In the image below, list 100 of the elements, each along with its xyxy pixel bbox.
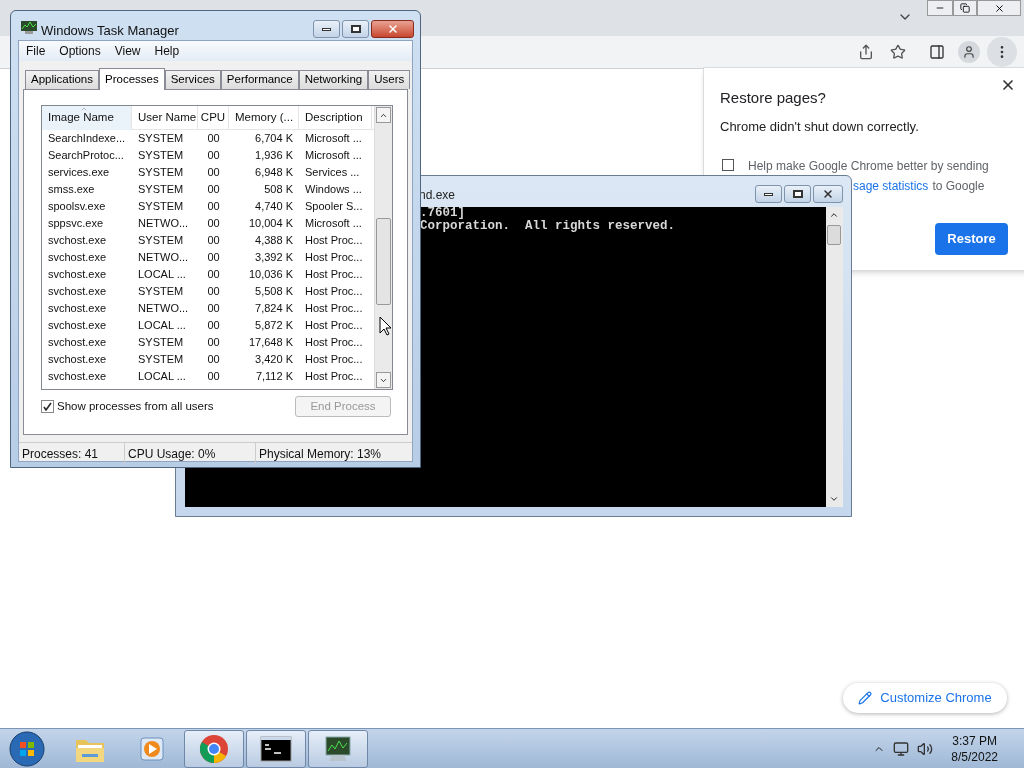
close-icon xyxy=(386,23,399,35)
checkbox-label: Show processes from all users xyxy=(57,399,214,414)
column-header[interactable]: Description xyxy=(299,106,372,130)
side-panel-icon[interactable] xyxy=(929,44,945,60)
tab[interactable]: Services xyxy=(164,70,221,89)
console-line: .7601] xyxy=(420,207,465,220)
minimize-button[interactable] xyxy=(755,185,782,203)
menu-item[interactable]: Options xyxy=(59,42,101,60)
tab[interactable]: Networking xyxy=(298,70,369,89)
restore-icon xyxy=(960,3,970,13)
table-cell-text: SYSTEM xyxy=(137,165,185,181)
table-cell-text: 00 xyxy=(206,318,221,334)
maximize-button[interactable] xyxy=(342,20,369,38)
table-cell-text: 6,704 K xyxy=(254,131,294,147)
status-text: Processes: 41 xyxy=(19,442,125,465)
checkbox-label: Help make Google Chrome better by sending xyxy=(748,158,989,175)
table-cell-text: 00 xyxy=(206,267,221,283)
scrollbar[interactable] xyxy=(374,106,392,389)
scroll-up-icon[interactable] xyxy=(829,210,839,220)
table-cell-text: 3,392 K xyxy=(254,250,294,266)
table-cell-text: Spooler S... xyxy=(304,199,364,215)
tab[interactable]: Performance xyxy=(220,70,299,89)
table-cell-text: 00 xyxy=(206,369,221,385)
table-cell-text: 00 xyxy=(206,165,221,181)
table-cell-text: 3,420 K xyxy=(254,352,294,368)
table-cell-text: spoolsv.exe xyxy=(47,199,107,215)
pencil-icon xyxy=(858,691,873,705)
table-cell-text: svchost.exe xyxy=(47,369,108,385)
table-cell-text: 00 xyxy=(206,352,221,368)
table-cell-text: 7,112 K xyxy=(254,369,294,385)
close-button[interactable] xyxy=(371,20,414,38)
minimize-button[interactable] xyxy=(313,20,340,38)
table-cell-text: Microsoft ... xyxy=(304,216,363,232)
scrollbar[interactable] xyxy=(826,207,843,507)
table-cell-text: svchost.exe xyxy=(47,267,108,283)
restore-button[interactable] xyxy=(953,0,977,16)
column-header[interactable]: Image Name xyxy=(42,106,132,130)
console-line: Corporation. All rights reserved. xyxy=(420,220,676,233)
table-cell-text: Host Proc... xyxy=(304,369,364,385)
table-cell-text: svchost.exe xyxy=(47,352,108,368)
table-cell-text: SYSTEM xyxy=(137,148,185,164)
table-cell-text: SYSTEM xyxy=(137,182,185,198)
table-cell-text: Host Proc... xyxy=(304,301,364,317)
taskbar-button[interactable] xyxy=(246,729,306,768)
table-cell-text: SearchIndexe... xyxy=(47,131,127,147)
table-cell-text: 10,004 K xyxy=(247,216,294,232)
checkbox[interactable] xyxy=(722,159,734,171)
clock-date[interactable]: 8/5/2022 xyxy=(951,748,998,765)
table-cell-text: SearchProtoc... xyxy=(47,148,125,164)
customize-button[interactable]: Customize Chrome xyxy=(843,683,1007,713)
table-cell-text: Host Proc... xyxy=(304,267,364,283)
table-cell-text: sppsvc.exe xyxy=(47,216,105,232)
taskbar-button[interactable] xyxy=(308,729,368,768)
clock-time[interactable]: 3:37 PM xyxy=(952,732,997,749)
table-cell-text: svchost.exe xyxy=(47,301,108,317)
table-cell-text: 00 xyxy=(206,216,221,232)
column-header[interactable]: CPU xyxy=(198,106,229,130)
column-header[interactable]: Memory (... xyxy=(229,106,299,130)
dialog-message: Chrome didn't shut down correctly. xyxy=(720,118,919,136)
tab[interactable]: Users xyxy=(368,70,411,89)
play-icon xyxy=(138,734,166,763)
star-icon[interactable] xyxy=(890,44,906,60)
checkbox[interactable] xyxy=(41,400,54,414)
scroll-thumb[interactable] xyxy=(376,218,391,305)
table-cell-text: Host Proc... xyxy=(304,352,364,368)
table-cell-text: 7,824 K xyxy=(254,301,294,317)
menu-item[interactable]: Help xyxy=(154,42,180,60)
monitor-icon xyxy=(322,734,354,763)
table-cell-text: svchost.exe xyxy=(47,335,108,351)
close-icon xyxy=(822,188,834,200)
table-cell-text: Microsoft ... xyxy=(304,131,363,147)
menu-item[interactable]: File xyxy=(26,42,46,60)
network-icon[interactable] xyxy=(893,740,910,757)
scroll-thumb[interactable] xyxy=(827,225,841,245)
menu-item[interactable]: View xyxy=(114,42,141,60)
close-icon[interactable] xyxy=(1000,77,1016,93)
window-title: Windows Task Manager xyxy=(41,22,179,40)
column-header[interactable]: User Name xyxy=(132,106,198,130)
share-icon[interactable] xyxy=(858,44,874,60)
maximize-button[interactable] xyxy=(784,185,811,203)
table-cell-text: LOCAL ... xyxy=(137,369,187,385)
usage-statistics-link[interactable]: sage statistics xyxy=(853,177,929,195)
tab[interactable]: Applications xyxy=(25,70,99,89)
browser-icon xyxy=(199,733,229,764)
table-cell-text: 00 xyxy=(206,233,221,249)
close-button[interactable] xyxy=(813,185,843,203)
table-cell-text: SYSTEM xyxy=(137,199,185,215)
table-cell-text: 6,948 K xyxy=(254,165,294,181)
table-cell-text: SYSTEM xyxy=(137,284,185,300)
table-cell-text: svchost.exe xyxy=(47,233,108,249)
volume-icon[interactable] xyxy=(917,740,934,757)
table-cell-text: 17,648 K xyxy=(247,335,294,351)
table-cell-text: 00 xyxy=(206,131,221,147)
table-cell-text: 00 xyxy=(206,284,221,300)
tab[interactable]: Processes xyxy=(99,68,165,90)
scroll-down-icon[interactable] xyxy=(829,494,839,504)
start-icon[interactable] xyxy=(8,729,46,768)
restore-button[interactable]: Restore xyxy=(935,223,1008,255)
table-cell-text: Host Proc... xyxy=(304,284,364,300)
table-cell-text: LOCAL ... xyxy=(137,318,187,334)
